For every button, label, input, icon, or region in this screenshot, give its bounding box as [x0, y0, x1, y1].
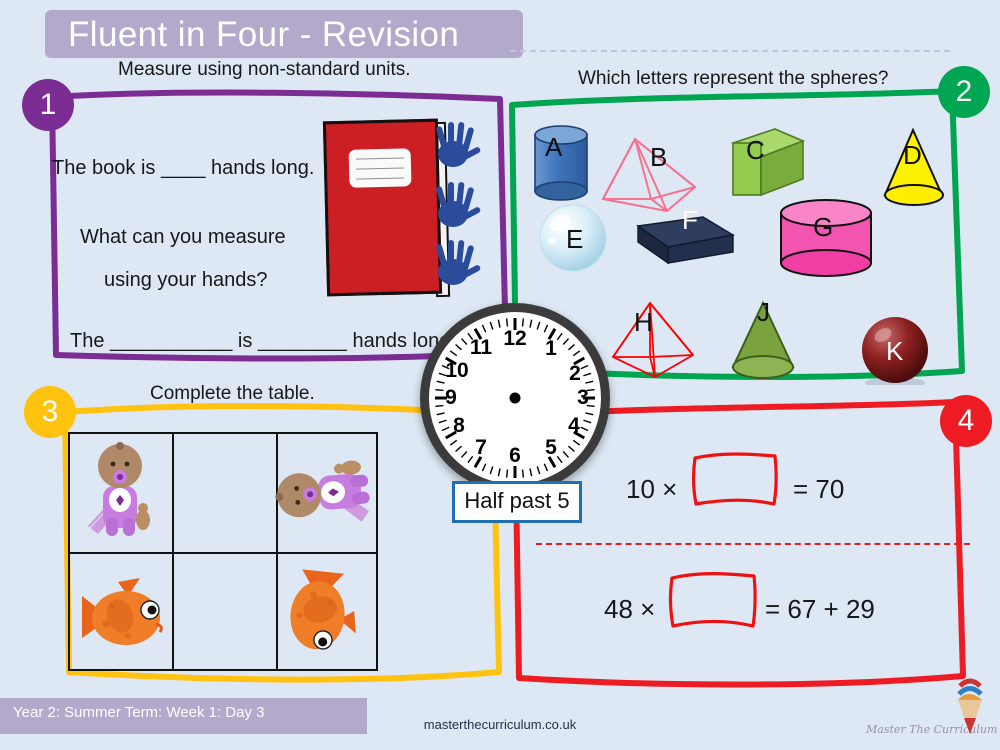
baby-upright-image — [88, 442, 150, 536]
pencil-logo-icon — [957, 678, 983, 734]
fish-rotated-image — [290, 568, 356, 650]
clock-number-11: 11 — [469, 336, 493, 359]
table-cell-fish-upright[interactable] — [70, 554, 172, 672]
table-cell-baby-upright[interactable] — [70, 434, 172, 552]
clock-centre-pin — [509, 392, 521, 404]
table-cell-empty-top[interactable] — [171, 434, 278, 552]
clock-number-1: 1 — [545, 337, 557, 360]
exercise-book-illustration — [322, 118, 451, 298]
baby-rotated-image — [275, 460, 370, 522]
shape-label-b: B — [650, 142, 668, 172]
clock-number-5: 5 — [545, 436, 557, 459]
table-cell-baby-rotated[interactable] — [274, 434, 376, 552]
table-row — [70, 434, 376, 552]
clock-number-2: 2 — [569, 362, 581, 385]
panel-1-number-badge: 1 — [22, 79, 74, 131]
book-label — [348, 148, 412, 188]
shape-label-g: G — [813, 212, 834, 242]
shape-c-cube — [730, 128, 806, 197]
footer-url: masterthecurriculum.co.uk — [423, 717, 577, 732]
shape-label-j: J — [757, 297, 770, 327]
panel-1-line-4: The ___________ is ________ hands long. — [70, 330, 456, 352]
shape-label-d: D — [903, 140, 922, 170]
shape-b-pyramid — [601, 137, 697, 213]
shape-label-h: H — [634, 307, 653, 337]
shape-label-k: K — [886, 336, 904, 366]
time-label: Half past 5 — [452, 481, 582, 523]
clock-number-4: 4 — [568, 414, 580, 437]
panel-1-line-3: using your hands? — [104, 269, 268, 291]
page-title: Fluent in Four - Revision — [68, 15, 460, 54]
equation-2-left: 48 × — [604, 594, 656, 624]
analogue-clock[interactable]: 12 1 2 3 4 5 6 7 8 9 10 11 — [420, 303, 610, 493]
equation-1-answer-box[interactable] — [689, 448, 781, 510]
clock-number-8: 8 — [453, 414, 465, 437]
panel-2-prompt: Which letters represent the spheres? — [578, 68, 889, 89]
handprints-icon — [436, 122, 481, 285]
panel-4-number-badge: 4 — [940, 395, 992, 447]
shape-label-e: E — [566, 224, 584, 254]
shape-label-a: A — [545, 132, 563, 162]
panel-1-line-2: What can you measure — [80, 226, 286, 248]
table-row — [70, 551, 376, 672]
clock-number-3: 3 — [577, 386, 589, 409]
clock-number-9: 9 — [445, 386, 457, 409]
title-dashed-rule — [510, 50, 950, 52]
panel-3-number-badge: 3 — [24, 386, 76, 438]
equation-1-right: = 70 — [793, 474, 845, 504]
shape-label-f: F — [682, 205, 698, 235]
clock-number-10: 10 — [445, 359, 469, 382]
equation-divider — [536, 543, 970, 545]
panel-1-line-1: The book is ____ hands long. — [52, 157, 315, 179]
equation-1-left: 10 × — [626, 474, 678, 504]
clock-number-12: 12 — [503, 327, 527, 350]
rotation-table — [68, 432, 378, 671]
clock-number-6: 6 — [509, 444, 521, 467]
shape-label-c: C — [746, 135, 765, 165]
panel-3-prompt: Complete the table. — [150, 383, 315, 404]
table-cell-empty-bottom[interactable] — [171, 553, 278, 671]
worksheet-page: Fluent in Four - Revision Measure using … — [0, 0, 1000, 750]
equation-2-right: = 67 + 29 — [765, 594, 875, 624]
table-cell-fish-rotated[interactable] — [274, 554, 376, 672]
equation-2-answer-box[interactable] — [666, 568, 762, 632]
fish-upright-image — [82, 577, 163, 645]
panel-1-prompt: Measure using non-standard units. — [118, 59, 411, 80]
shape-h-pyramid — [611, 301, 695, 379]
